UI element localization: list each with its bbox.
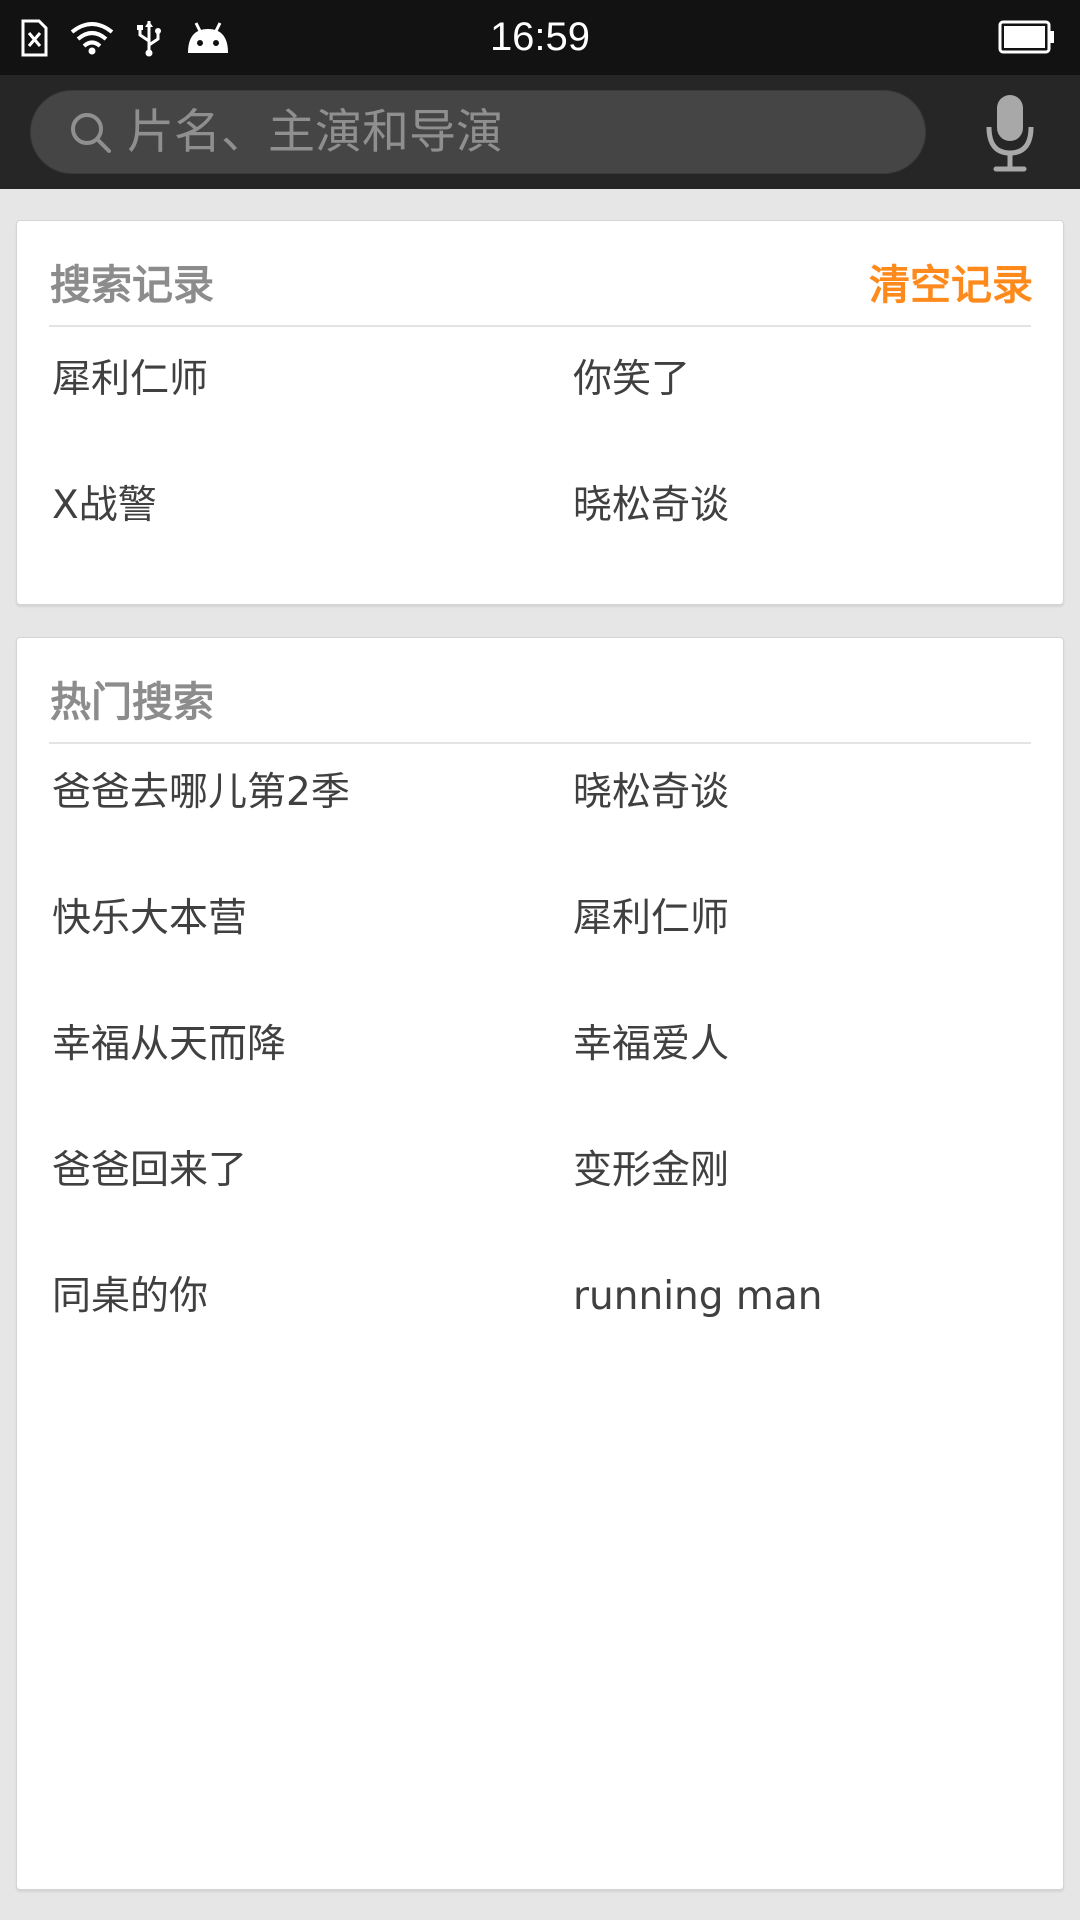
search-input[interactable]: 片名、主演和导演 — [30, 90, 926, 174]
hot-search-item[interactable]: 爸爸回来了 — [52, 1141, 247, 1201]
search-header: 片名、主演和导演 — [0, 75, 1080, 189]
search-placeholder: 片名、主演和导演 — [127, 105, 503, 160]
hot-search-item[interactable]: running man — [573, 1267, 823, 1327]
search-history-card: 搜索记录 清空记录 犀利仁师 你笑了 X战警 晓松奇谈 — [16, 220, 1064, 605]
status-time: 16:59 — [489, 15, 591, 59]
microphone-icon[interactable] — [984, 93, 1036, 173]
history-item[interactable]: 晓松奇谈 — [573, 476, 729, 536]
divider — [49, 325, 1031, 327]
search-history-title: 搜索记录 — [50, 261, 214, 309]
hot-search-item[interactable]: 犀利仁师 — [573, 889, 729, 949]
divider — [49, 742, 1031, 744]
battery-icon — [998, 20, 1054, 54]
hot-search-card: 热门搜索 爸爸去哪儿第2季 晓松奇谈 快乐大本营 犀利仁师 幸福从天而降 幸福爱… — [16, 637, 1064, 1890]
search-icon — [71, 113, 111, 153]
history-item[interactable]: 你笑了 — [573, 350, 690, 410]
hot-search-item[interactable]: 幸福从天而降 — [52, 1015, 286, 1075]
hot-search-item[interactable]: 变形金刚 — [573, 1141, 729, 1201]
status-bar: 16:59 — [0, 0, 1080, 75]
hot-search-item[interactable]: 晓松奇谈 — [573, 763, 729, 823]
clear-history-button[interactable]: 清空记录 — [869, 251, 1033, 311]
history-item[interactable]: X战警 — [52, 476, 157, 536]
hot-search-item[interactable]: 幸福爱人 — [573, 1015, 729, 1075]
hot-search-item[interactable]: 同桌的你 — [52, 1267, 208, 1327]
history-item[interactable]: 犀利仁师 — [52, 350, 208, 410]
hot-search-item[interactable]: 爸爸去哪儿第2季 — [52, 763, 350, 823]
hot-search-item[interactable]: 快乐大本营 — [52, 889, 247, 949]
hot-search-title: 热门搜索 — [50, 678, 214, 726]
